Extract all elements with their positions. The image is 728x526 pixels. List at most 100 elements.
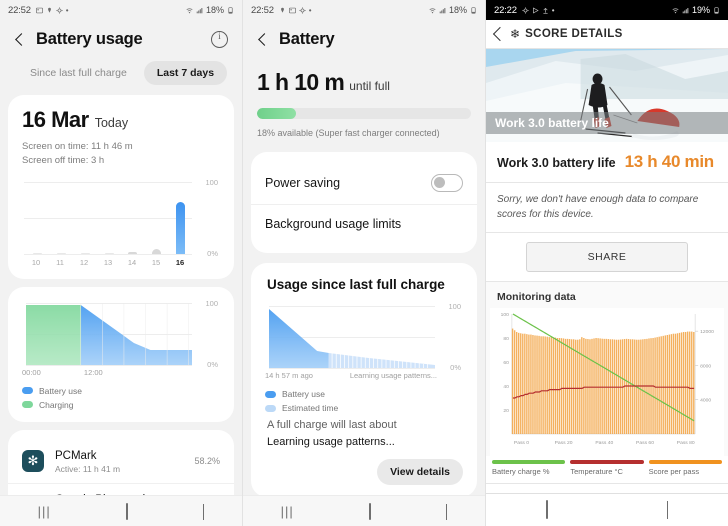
list-item[interactable]: Google Play services Active: Less than 1… [8, 482, 234, 495]
period-segmented-control: Since last full charge Last 7 days [0, 55, 242, 95]
home-icon[interactable] [369, 502, 372, 520]
view-details-button[interactable]: View details [377, 459, 463, 485]
app-meta: PCMark Active: 11 h 41 m [55, 449, 183, 474]
battery-icon [228, 6, 233, 14]
system-navbar-2: ||| [243, 495, 485, 526]
info-icon[interactable] [211, 31, 228, 48]
signal-icon [439, 7, 446, 13]
x-tick: 13 [103, 257, 113, 267]
battery-progress-bar [257, 108, 471, 119]
row-background-usage-limits[interactable]: Background usage limits [251, 204, 477, 243]
bar-column [26, 182, 50, 254]
back-chevron-icon[interactable] [12, 32, 28, 48]
appbar-battery-usage: Battery usage [0, 20, 242, 55]
back-chevron-icon[interactable] [492, 26, 508, 42]
row-label: Background usage limits [265, 217, 402, 231]
pin-icon [280, 7, 284, 13]
monitoring-plot: 20 40 60 80 100 4000 8000 12000 Pass 0 Pass 20 Pas… [501, 312, 714, 446]
appbar-score-details: ❄ SCORE DETAILS [486, 20, 728, 49]
area-x-1: 12:00 [83, 367, 103, 377]
usage-card-title: Usage since last full charge [267, 277, 445, 292]
location-icon [522, 6, 529, 14]
x-tick: 10 [31, 257, 41, 267]
scores-title: Scores [486, 483, 728, 493]
legend-label: Battery use [282, 389, 325, 399]
legend-label: Estimated time [282, 403, 339, 413]
location-icon [56, 6, 63, 14]
home-icon[interactable] [126, 502, 129, 520]
score-card: Work 3.0 battery life 13 h 40 min [486, 142, 728, 183]
x-tick: 11 [56, 257, 64, 267]
usage-x-start: 14 h 57 m ago [265, 371, 313, 380]
svg-text:4000: 4000 [700, 398, 711, 404]
time-until-full-value: 1 h 10 m [257, 69, 345, 95]
bar-axis-min: 0% [207, 248, 218, 258]
status-time: 22:52 [251, 4, 274, 16]
weekly-bar-chart: 100 0% [24, 178, 218, 258]
share-button[interactable]: SHARE [526, 242, 688, 272]
time-until-full-suffix: until full [349, 79, 390, 93]
status-left-icons: • [279, 6, 312, 15]
day-summary-card: 16 Mar Today Screen on time: 11 h 46 m S… [8, 95, 234, 279]
play-icon [532, 6, 539, 14]
legend-item: Battery charge % [492, 460, 566, 476]
legend-item: Temperature °C [570, 460, 644, 476]
compare-note: Sorry, we don't have enough data to comp… [497, 194, 699, 220]
bar [104, 252, 114, 254]
home-icon[interactable] [545, 500, 548, 519]
screen-score-details: 22:22 • 19% ❄ SCORE DETAILS Work 3.0 bat… [486, 0, 728, 526]
content-scroll-2[interactable]: 1 h 10 m until full 18% available (Super… [243, 55, 485, 495]
image-icon [35, 7, 43, 13]
battery-icon [471, 6, 476, 14]
area-axis-max: 100 [205, 298, 218, 308]
area-series [26, 302, 192, 365]
recents-icon[interactable]: ||| [38, 504, 51, 519]
tab-since-last-full-charge[interactable]: Since last full charge [17, 61, 140, 85]
usage-plot [269, 306, 435, 369]
app-name: PCMark [55, 449, 97, 462]
svg-text:Pass 40: Pass 40 [595, 440, 613, 446]
status-right: 19% [672, 5, 720, 15]
recents-icon[interactable]: ||| [281, 504, 294, 519]
hero-caption: Work 3.0 battery life [486, 112, 728, 134]
power-saving-toggle[interactable] [431, 174, 463, 192]
page-title: SCORE DETAILS [525, 28, 623, 40]
wifi-icon [672, 7, 679, 13]
screen-on-time: Screen on time: 11 h 46 m [22, 141, 133, 152]
status-bar-1: 22:52 • 18% [0, 0, 242, 20]
legend-item: Battery use [265, 389, 463, 399]
row-power-saving[interactable]: Power saving [251, 162, 477, 204]
x-tick: 15 [151, 257, 161, 267]
app-percent: 58.2% [194, 456, 220, 467]
usage-axis-max: 100 [448, 302, 461, 311]
tab-last-7-days[interactable]: Last 7 days [143, 61, 228, 85]
legend-label: Charging [39, 399, 74, 410]
legend-label: Battery use [39, 385, 82, 396]
svg-text:8000: 8000 [700, 363, 711, 369]
usage-series [269, 309, 435, 368]
dot-icon: • [551, 5, 555, 15]
compare-note-card: Sorry, we don't have enough data to comp… [486, 183, 728, 233]
back-chevron-icon[interactable] [255, 32, 271, 48]
charge-note: 18% available (Super fast charger connec… [257, 128, 440, 138]
legend-item: Score per pass [648, 460, 722, 476]
back-icon[interactable] [446, 503, 448, 520]
signal-icon [682, 7, 689, 13]
list-item[interactable]: ✻ PCMark Active: 11 h 41 m 58.2% [8, 440, 234, 483]
battery-percent-1: 18% [205, 5, 224, 15]
back-icon[interactable] [203, 503, 205, 520]
bar [57, 252, 67, 254]
content-scroll-3[interactable]: Work 3.0 battery life Work 3.0 battery l… [486, 49, 728, 493]
x-tick: 12 [79, 257, 89, 267]
content-scroll-1[interactable]: 16 Mar Today Screen on time: 11 h 46 m S… [0, 95, 242, 495]
battery-legend-1: Battery use Charging [22, 386, 220, 410]
hero-image: Work 3.0 battery life [486, 49, 728, 142]
status-right: 18% [429, 5, 477, 15]
bar-chart-bars [26, 182, 192, 254]
usage-axis-min: 0% [450, 363, 461, 372]
app-usage-list: ✻ PCMark Active: 11 h 41 m 58.2% Google … [8, 429, 234, 495]
back-icon[interactable] [667, 501, 669, 519]
svg-text:Pass 80: Pass 80 [677, 440, 695, 446]
time-until-full: 1 h 10 m until full [257, 69, 471, 96]
legend-item: Estimated time [265, 403, 463, 413]
